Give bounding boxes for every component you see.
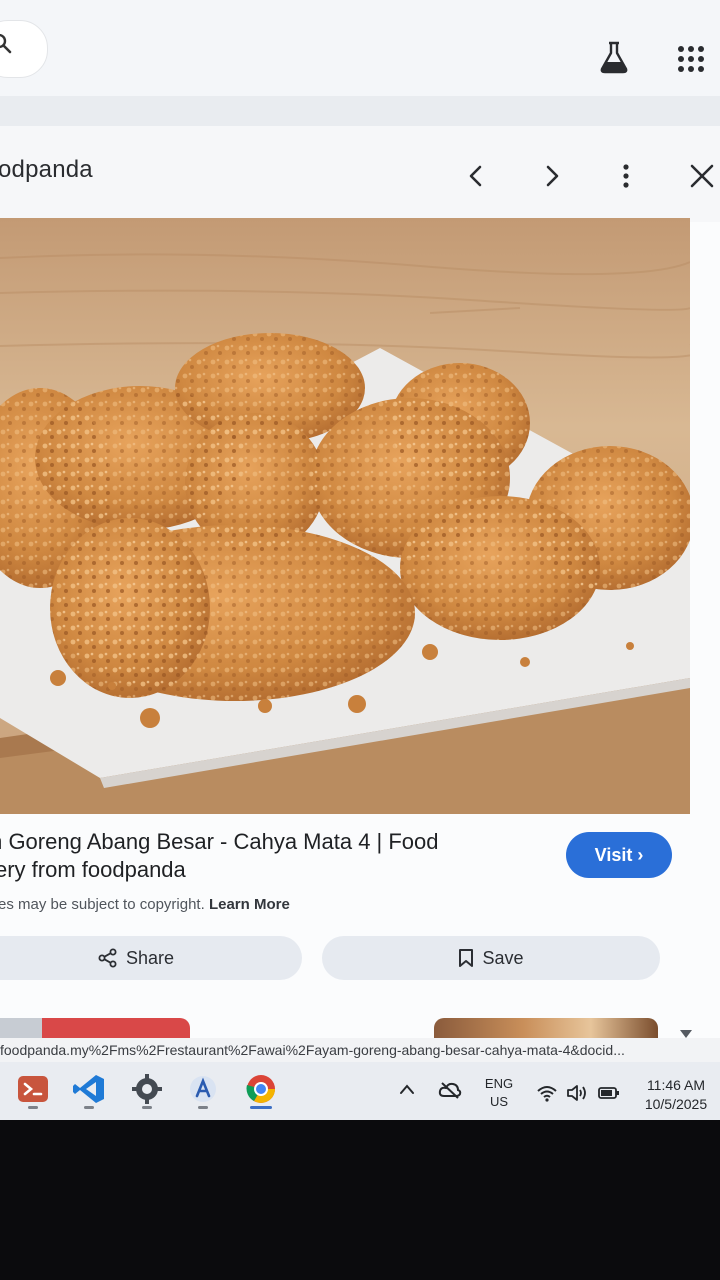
save-label: Save bbox=[482, 948, 524, 968]
image-title-line-2: very from foodpanda bbox=[0, 857, 186, 882]
volume-icon[interactable] bbox=[566, 1084, 590, 1102]
link-status-url: foodpanda.my%2Fms%2Frestaurant%2Fawai%2F… bbox=[0, 1038, 720, 1062]
cloud-sync-icon[interactable] bbox=[438, 1080, 462, 1100]
scroll-down-arrow-icon[interactable] bbox=[680, 1030, 692, 1038]
close-icon[interactable] bbox=[688, 162, 716, 190]
results-strip bbox=[0, 96, 720, 126]
viewer-header: odpanda bbox=[0, 126, 720, 222]
visit-button-label: Visit bbox=[594, 845, 633, 865]
vscode-icon[interactable] bbox=[72, 1072, 106, 1106]
share-label: Share bbox=[125, 948, 175, 968]
terminal-app-icon[interactable] bbox=[16, 1072, 50, 1106]
browser-screen: odpanda m Goreng Abang Besar - Cahya Mat… bbox=[0, 0, 720, 1125]
app-running-indicator bbox=[198, 1106, 208, 1109]
clock-time: 11:46 AM bbox=[646, 1077, 706, 1093]
preview-image-fried-chicken[interactable] bbox=[0, 218, 690, 814]
browser-top-bar bbox=[0, 0, 720, 96]
source-site-name[interactable]: odpanda bbox=[0, 156, 93, 184]
copyright-notice: es may be subject to copyright. Learn Mo… bbox=[0, 896, 290, 913]
image-title[interactable]: m Goreng Abang Besar - Cahya Mata 4 | Fo… bbox=[0, 828, 524, 884]
share-button[interactable]: Share bbox=[0, 936, 302, 980]
apps-grid-icon[interactable] bbox=[676, 44, 706, 74]
wifi-icon[interactable] bbox=[536, 1084, 558, 1102]
image-viewer-panel: odpanda m Goreng Abang Besar - Cahya Mat… bbox=[0, 126, 720, 1056]
save-button[interactable]: Save bbox=[322, 936, 660, 980]
app-active-indicator bbox=[250, 1106, 272, 1109]
app-running-indicator bbox=[84, 1106, 94, 1109]
monitor-bezel bbox=[0, 1120, 720, 1280]
clock-date: 10/5/2025 bbox=[644, 1096, 708, 1112]
more-vert-icon[interactable] bbox=[612, 162, 640, 190]
copyright-text: es may be subject to copyright. bbox=[0, 896, 205, 913]
search-icon[interactable] bbox=[0, 34, 12, 54]
chrome-icon[interactable] bbox=[244, 1072, 278, 1106]
chevron-up-icon[interactable] bbox=[398, 1082, 416, 1096]
battery-icon[interactable] bbox=[598, 1084, 620, 1102]
visit-button[interactable]: Visit › bbox=[566, 832, 672, 878]
windows-taskbar: ENG US 11:46 AM 10/5/2025 bbox=[0, 1062, 720, 1120]
app-running-indicator bbox=[142, 1106, 152, 1109]
store-icon[interactable] bbox=[186, 1072, 220, 1106]
chevron-right-small-icon: › bbox=[637, 845, 644, 865]
chevron-right-icon[interactable] bbox=[538, 162, 566, 190]
related-image-thumbnail[interactable] bbox=[434, 1018, 658, 1038]
chevron-left-icon[interactable] bbox=[462, 162, 490, 190]
system-clock[interactable]: 11:46 AM 10/5/2025 bbox=[636, 1076, 716, 1114]
region-code: US bbox=[489, 1094, 509, 1109]
input-language-indicator[interactable]: ENG US bbox=[482, 1075, 516, 1111]
related-images-strip bbox=[0, 1016, 700, 1038]
related-image-thumbnail[interactable] bbox=[0, 1018, 190, 1038]
app-running-indicator bbox=[28, 1106, 38, 1109]
bookmark-icon bbox=[459, 949, 474, 967]
learn-more-link[interactable]: Learn More bbox=[209, 896, 290, 913]
flask-icon[interactable] bbox=[598, 40, 630, 74]
share-icon bbox=[98, 948, 117, 968]
language-code: ENG bbox=[484, 1076, 514, 1091]
image-title-line-1: m Goreng Abang Besar - Cahya Mata 4 | Fo… bbox=[0, 829, 439, 854]
settings-gear-icon[interactable] bbox=[130, 1072, 164, 1106]
